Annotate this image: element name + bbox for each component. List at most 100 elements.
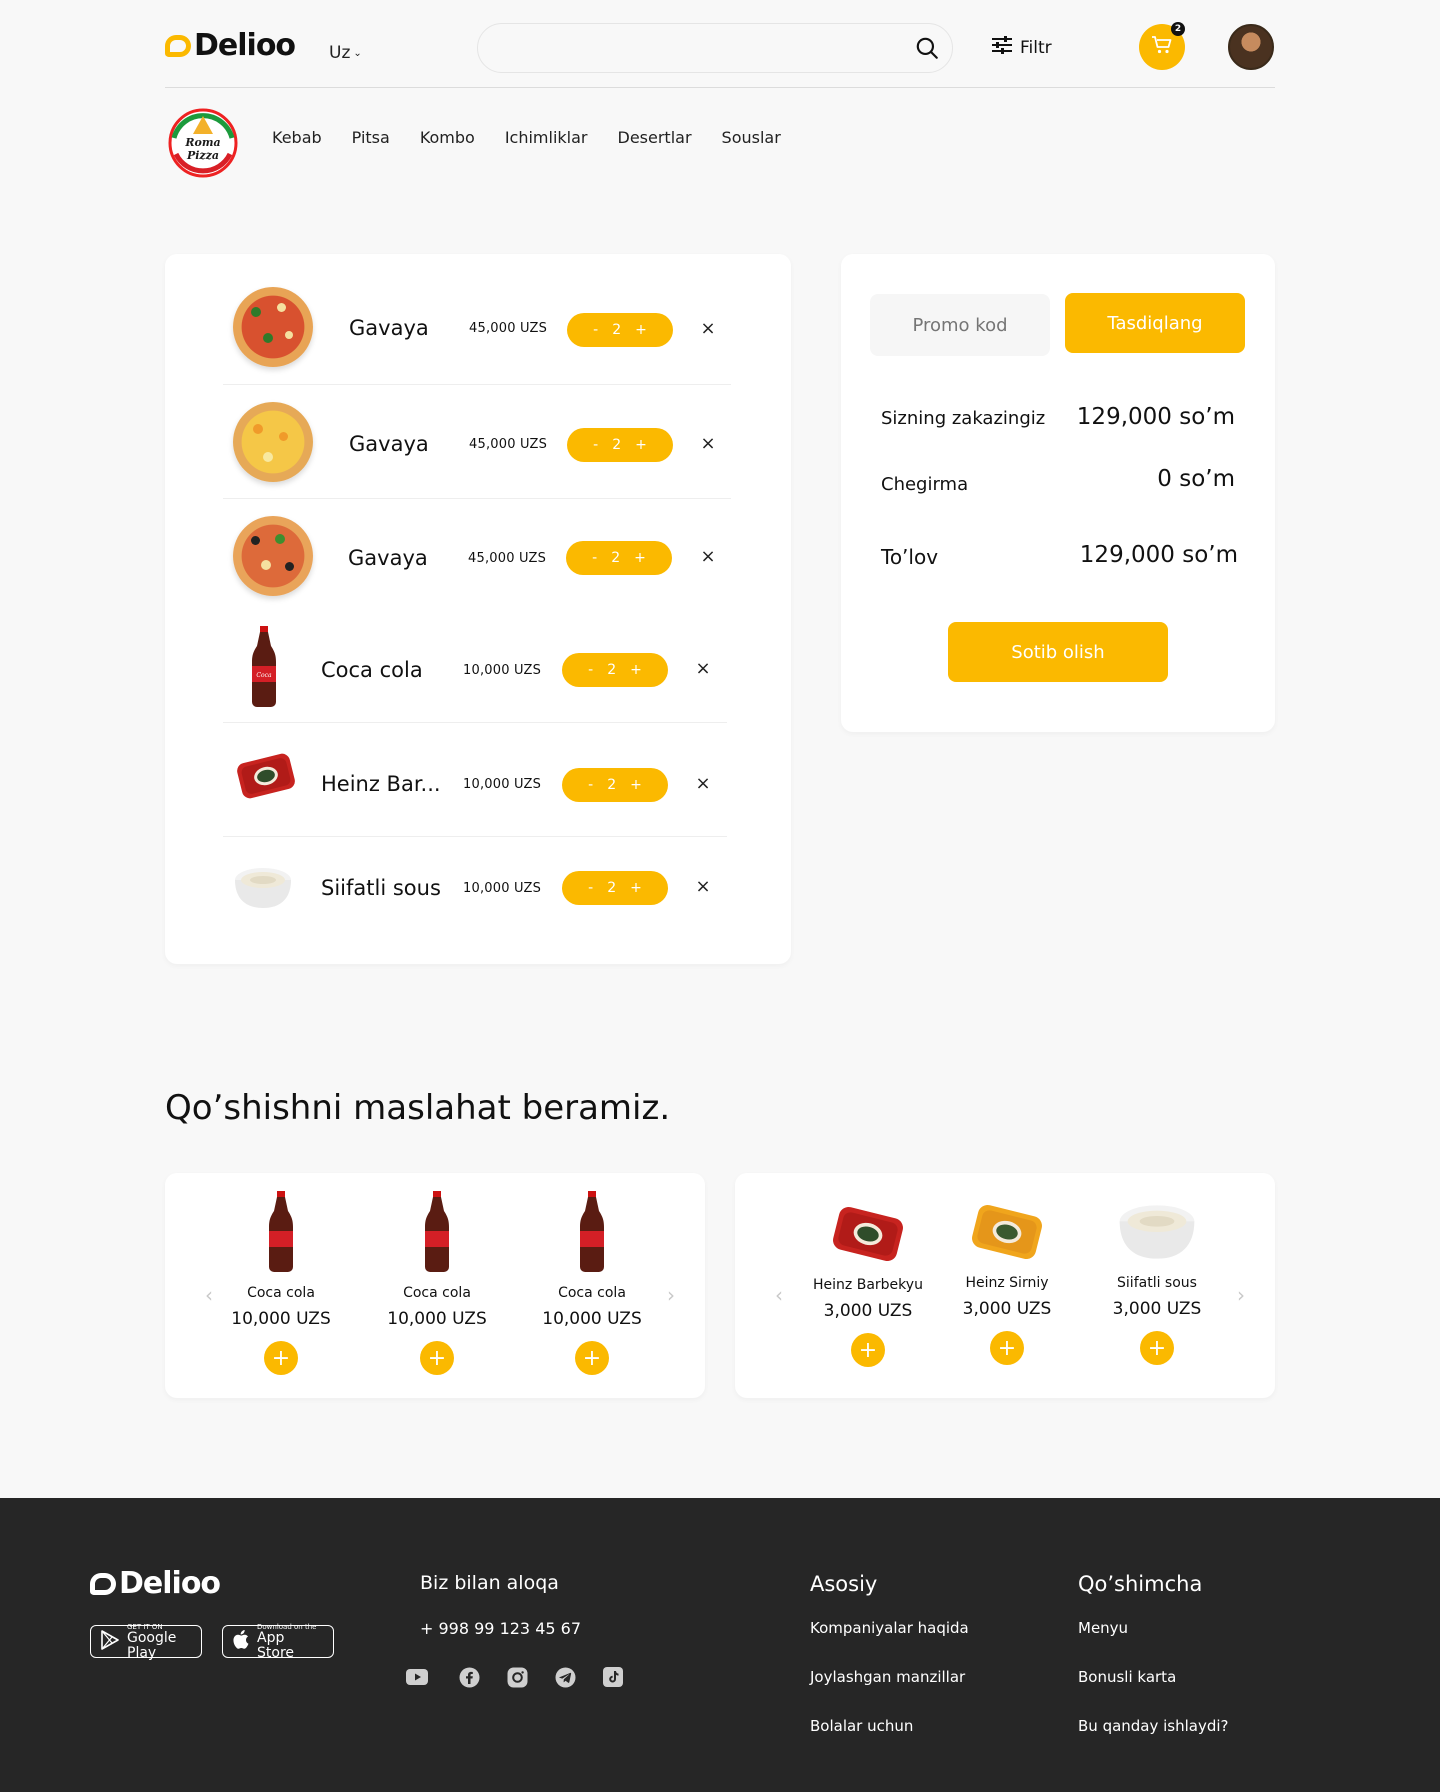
footer-link-bonus-card[interactable]: Bonusli karta bbox=[1078, 1668, 1176, 1686]
cola-bottle-image bbox=[423, 1191, 451, 1273]
item-name: Gavaya bbox=[348, 546, 428, 570]
add-to-cart-button[interactable]: + bbox=[990, 1331, 1024, 1365]
discount-label: Chegirma bbox=[881, 474, 969, 495]
search-icon[interactable] bbox=[914, 35, 940, 65]
facebook-icon[interactable] bbox=[458, 1666, 480, 1688]
decrease-button[interactable]: - bbox=[593, 437, 598, 453]
promo-code-input[interactable] bbox=[870, 294, 1050, 356]
decrease-button[interactable]: - bbox=[588, 662, 593, 678]
add-to-cart-button[interactable]: + bbox=[575, 1341, 609, 1375]
add-to-cart-button[interactable]: + bbox=[264, 1341, 298, 1375]
cart-button[interactable]: 2 bbox=[1139, 22, 1185, 70]
item-name: Heinz Bar... bbox=[321, 772, 441, 796]
product-name: Heinz Sirniy bbox=[965, 1275, 1049, 1291]
item-name: Siifatli sous bbox=[321, 876, 441, 900]
decrease-button[interactable]: - bbox=[588, 777, 593, 793]
product-price: 10,000 UZS bbox=[387, 1309, 487, 1329]
carousel-prev-button[interactable]: ‹ bbox=[775, 1283, 783, 1307]
order-total-label: Sizning zakazingiz bbox=[881, 408, 1046, 429]
discount-value: 0 so’m bbox=[1157, 466, 1235, 492]
item-name: Coca cola bbox=[321, 658, 423, 682]
nav-item-desertlar[interactable]: Desertlar bbox=[618, 128, 692, 147]
quantity-stepper: - 2 + bbox=[566, 541, 672, 575]
add-to-cart-button[interactable]: + bbox=[1140, 1331, 1174, 1365]
sliders-icon bbox=[992, 36, 1012, 59]
app-store-button[interactable]: Download on the App Store bbox=[222, 1623, 334, 1660]
increase-button[interactable]: + bbox=[630, 777, 642, 793]
svg-text:Coca: Coca bbox=[256, 672, 272, 679]
filter-button[interactable]: Filtr bbox=[992, 36, 1052, 59]
add-to-cart-button[interactable]: + bbox=[420, 1341, 454, 1375]
decrease-button[interactable]: - bbox=[593, 322, 598, 338]
carousel-next-button[interactable]: › bbox=[667, 1283, 675, 1307]
heinz-sauce-image bbox=[828, 1199, 908, 1269]
quantity-value: 2 bbox=[607, 880, 617, 896]
google-play-icon bbox=[101, 1629, 119, 1654]
search-input[interactable] bbox=[477, 23, 953, 73]
roma-pizza-logo[interactable]: Roma Pizza bbox=[166, 108, 240, 178]
increase-button[interactable]: + bbox=[630, 880, 642, 896]
buy-button[interactable]: Sotib olish bbox=[948, 622, 1168, 682]
increase-button[interactable]: + bbox=[634, 550, 646, 566]
sauces-carousel: ‹ › Heinz Barbekyu 3,000 UZS + Heinz Sir… bbox=[735, 1173, 1275, 1398]
confirm-promo-button[interactable]: Tasdiqlang bbox=[1065, 293, 1245, 353]
product-price: 3,000 UZS bbox=[1112, 1299, 1202, 1319]
cola-bottle-image bbox=[267, 1191, 295, 1273]
nav-item-kebab[interactable]: Kebab bbox=[272, 128, 322, 147]
cart-item: Siifatli sous 10,000 UZS - 2 + × bbox=[165, 836, 791, 948]
telegram-icon[interactable] bbox=[554, 1666, 576, 1688]
footer-link-menu[interactable]: Menyu bbox=[1078, 1619, 1128, 1637]
delioo-logo[interactable]: Delioo bbox=[165, 28, 296, 63]
pizza-image bbox=[233, 287, 313, 367]
cola-bottle-image: Coca bbox=[251, 626, 277, 708]
remove-item-button[interactable]: × bbox=[700, 318, 716, 339]
increase-button[interactable]: + bbox=[635, 437, 647, 453]
apple-icon bbox=[233, 1630, 249, 1653]
nav-item-kombo[interactable]: Kombo bbox=[420, 128, 475, 147]
category-nav: Kebab Pitsa Kombo Ichimliklar Desertlar … bbox=[272, 128, 781, 147]
decrease-button[interactable]: - bbox=[592, 550, 597, 566]
footer-link-locations[interactable]: Joylashgan manzillar bbox=[810, 1668, 965, 1686]
remove-item-button[interactable]: × bbox=[695, 773, 711, 794]
logo-mark-icon bbox=[165, 34, 191, 57]
google-play-button[interactable]: GET IT ON Google Play bbox=[90, 1623, 202, 1660]
remove-item-button[interactable]: × bbox=[700, 546, 716, 567]
cola-bottle-image bbox=[578, 1191, 606, 1273]
user-avatar[interactable] bbox=[1228, 24, 1274, 70]
quantity-value: 2 bbox=[611, 550, 621, 566]
contact-title: Biz bilan aloqa bbox=[420, 1572, 559, 1594]
nav-item-pitsa[interactable]: Pitsa bbox=[352, 128, 390, 147]
drinks-carousel: ‹ › Coca cola 10,000 UZS + Coca cola 10,… bbox=[165, 1173, 705, 1398]
remove-item-button[interactable]: × bbox=[695, 658, 711, 679]
increase-button[interactable]: + bbox=[635, 322, 647, 338]
language-selector[interactable]: Uz ⌄ bbox=[329, 43, 362, 63]
nav-item-souslar[interactable]: Souslar bbox=[722, 128, 781, 147]
footer-link-kids[interactable]: Bolalar uchun bbox=[810, 1717, 913, 1735]
sauce-bowl-image bbox=[1117, 1197, 1197, 1267]
suggested-product: Coca cola 10,000 UZS + bbox=[532, 1191, 652, 1375]
header-divider bbox=[165, 87, 1275, 88]
footer-logo[interactable]: Delioo bbox=[90, 1566, 221, 1601]
item-price: 10,000 UZS bbox=[463, 663, 542, 678]
carousel-prev-button[interactable]: ‹ bbox=[205, 1283, 213, 1307]
remove-item-button[interactable]: × bbox=[700, 433, 716, 454]
tiktok-icon[interactable] bbox=[602, 1666, 624, 1688]
quantity-value: 2 bbox=[612, 437, 622, 453]
footer-link-companies[interactable]: Kompaniyalar haqida bbox=[810, 1619, 969, 1637]
decrease-button[interactable]: - bbox=[588, 880, 593, 896]
phone-number[interactable]: + 998 99 123 45 67 bbox=[420, 1619, 581, 1638]
nav-item-ichimliklar[interactable]: Ichimliklar bbox=[505, 128, 588, 147]
suggested-product: Heinz Barbekyu 3,000 UZS + bbox=[803, 1199, 933, 1367]
remove-item-button[interactable]: × bbox=[695, 876, 711, 897]
cart-item: Gavaya 45,000 UZS - 2 + × bbox=[165, 498, 791, 610]
carousel-next-button[interactable]: › bbox=[1237, 1283, 1245, 1307]
product-price: 10,000 UZS bbox=[542, 1309, 642, 1329]
product-name: Coca cola bbox=[558, 1285, 626, 1301]
add-to-cart-button[interactable]: + bbox=[851, 1333, 885, 1367]
item-price: 45,000 UZS bbox=[468, 551, 547, 566]
footer-link-how-it-works[interactable]: Bu qanday ishlaydi? bbox=[1078, 1717, 1229, 1735]
increase-button[interactable]: + bbox=[630, 662, 642, 678]
payment-value: 129,000 so’m bbox=[1079, 542, 1238, 568]
instagram-icon[interactable] bbox=[506, 1666, 528, 1688]
youtube-icon[interactable] bbox=[406, 1666, 428, 1688]
